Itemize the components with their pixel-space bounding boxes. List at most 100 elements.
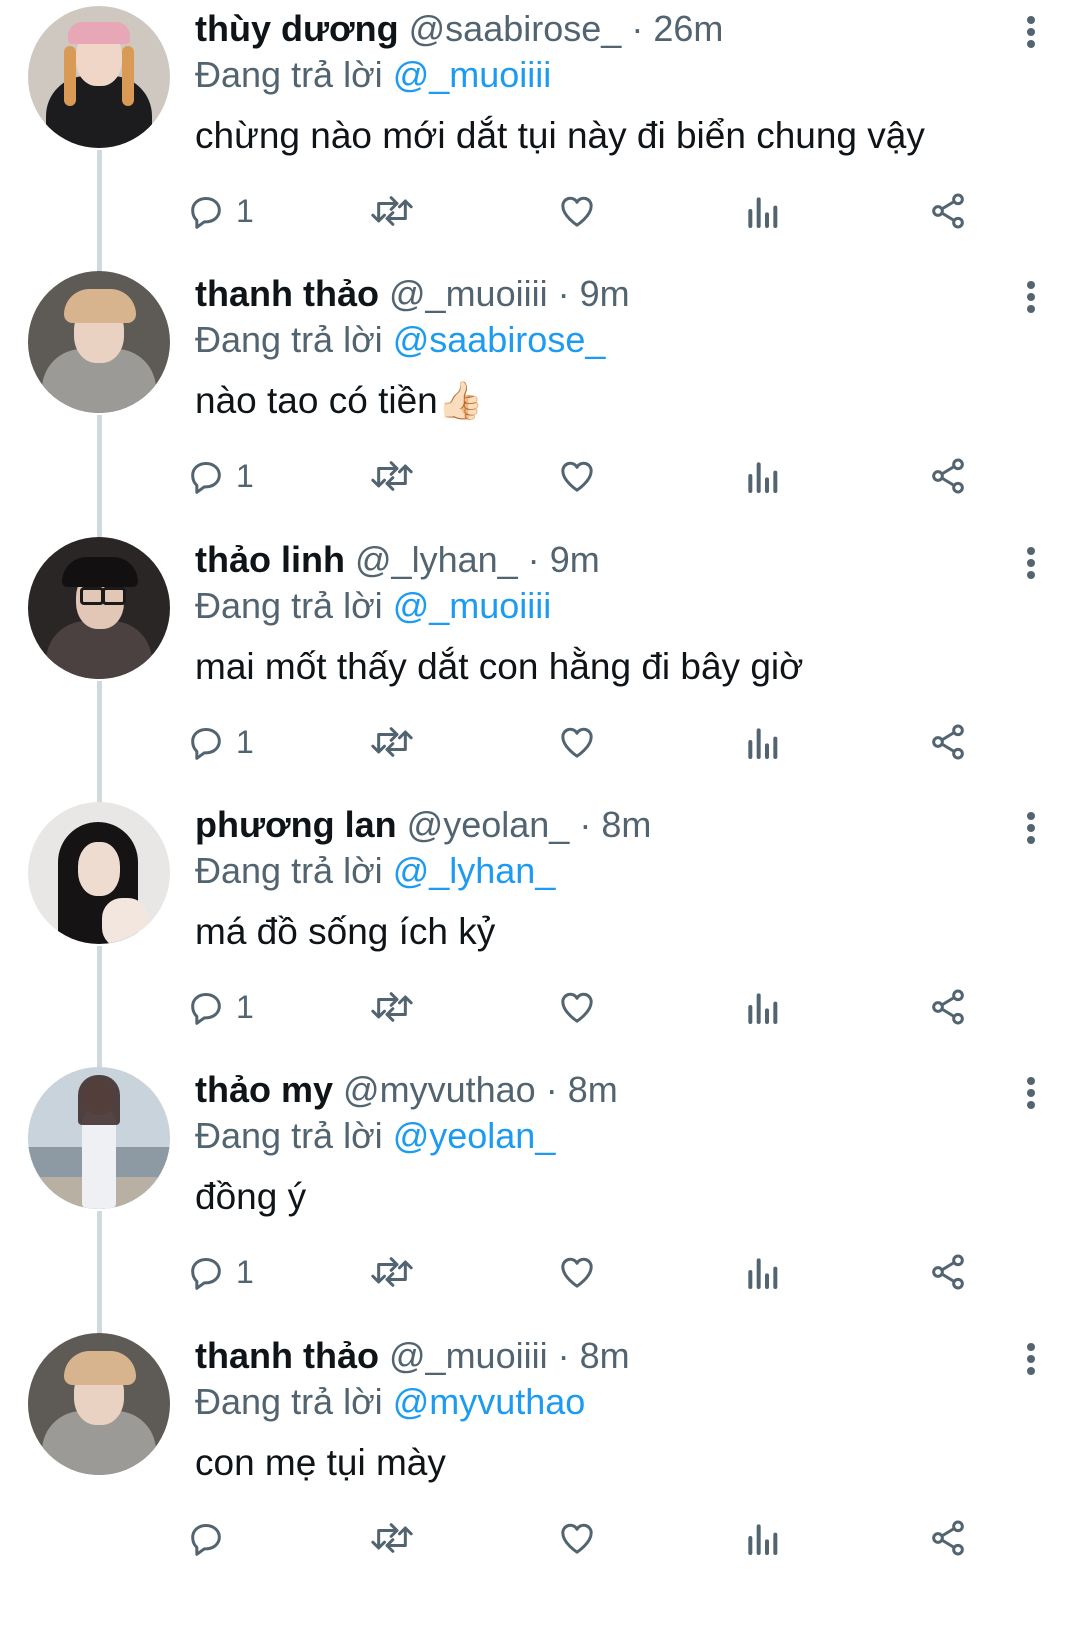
display-name[interactable]: thùy dương <box>195 8 399 49</box>
user-handle[interactable]: @_lyhan_ <box>355 539 518 580</box>
more-options-button[interactable] <box>1016 804 1046 852</box>
replying-to: Đang trả lời @_lyhan_ <box>195 848 555 894</box>
more-options-button[interactable] <box>1016 8 1046 56</box>
timestamp[interactable]: 8m <box>568 1069 618 1110</box>
retweet-icon <box>371 1523 413 1553</box>
avatar[interactable] <box>28 6 170 148</box>
reply-button[interactable]: 1 <box>186 982 254 1032</box>
user-handle[interactable]: @_muoiiii <box>389 1335 548 1376</box>
user-handle[interactable]: @_muoiiii <box>389 273 548 314</box>
replying-to: Đang trả lời @_muoiiii <box>195 583 551 629</box>
retweet-button[interactable] <box>368 186 416 236</box>
user-handle[interactable]: @myvuthao <box>343 1069 536 1110</box>
timestamp[interactable]: 9m <box>580 273 630 314</box>
tweet[interactable]: thùy dương @saabirose_ · 26m Đang trả lờ… <box>0 0 1080 280</box>
tweet[interactable]: phương lan @yeolan_ · 8m Đang trả lời @_… <box>0 796 1080 1076</box>
reply-button[interactable]: 1 <box>186 717 254 767</box>
share-button[interactable] <box>928 1247 968 1297</box>
tweet-header: thảo my @myvuthao · 8m <box>195 1067 618 1113</box>
views-button[interactable] <box>744 186 780 236</box>
views-button[interactable] <box>744 1513 780 1563</box>
views-icon <box>748 1524 778 1555</box>
like-button[interactable] <box>556 982 598 1032</box>
reply-button[interactable]: 1 <box>186 1247 254 1297</box>
tweet-text: con mẹ tụi mày <box>195 1442 446 1483</box>
avatar[interactable] <box>28 1333 170 1475</box>
retweet-icon <box>371 727 413 757</box>
retweet-button[interactable] <box>368 1513 416 1563</box>
like-button[interactable] <box>556 186 598 236</box>
views-button[interactable] <box>744 717 780 767</box>
timestamp[interactable]: 8m <box>601 804 651 845</box>
reply-mention[interactable]: @_lyhan_ <box>393 850 556 891</box>
views-button[interactable] <box>744 1247 780 1297</box>
retweet-icon <box>371 992 413 1022</box>
replying-to: Đang trả lời @_muoiiii <box>195 52 551 98</box>
views-button[interactable] <box>744 451 780 501</box>
display-name[interactable]: phương lan <box>195 804 397 845</box>
share-icon <box>932 1520 964 1556</box>
reply-button[interactable] <box>186 1513 236 1563</box>
like-button[interactable] <box>556 717 598 767</box>
tweet[interactable]: thảo linh @_lyhan_ · 9m Đang trả lời @_m… <box>0 531 1080 811</box>
timestamp[interactable]: 8m <box>580 1335 630 1376</box>
share-icon <box>932 989 964 1025</box>
reply-button[interactable]: 1 <box>186 451 254 501</box>
tweet-header: thảo linh @_lyhan_ · 9m <box>195 537 600 583</box>
avatar[interactable] <box>28 537 170 679</box>
tweet[interactable]: thanh thảo @_muoiiii · 8m Đang trả lời @… <box>0 1327 1080 1607</box>
avatar[interactable] <box>28 1067 170 1209</box>
display-name[interactable]: thanh thảo <box>195 273 379 314</box>
more-options-button[interactable] <box>1016 1335 1046 1383</box>
like-button[interactable] <box>556 451 598 501</box>
share-icon <box>932 1254 964 1290</box>
reply-mention[interactable]: @myvuthao <box>393 1381 586 1422</box>
reply-mention[interactable]: @_muoiiii <box>393 585 552 626</box>
more-options-button[interactable] <box>1016 273 1046 321</box>
tweet-text: đồng ý <box>195 1176 307 1217</box>
avatar[interactable] <box>28 271 170 413</box>
share-button[interactable] <box>928 1513 968 1563</box>
user-handle[interactable]: @saabirose_ <box>409 8 622 49</box>
tweet-header: thanh thảo @_muoiiii · 8m <box>195 1333 630 1379</box>
retweet-button[interactable] <box>368 451 416 501</box>
retweet-button[interactable] <box>368 1247 416 1297</box>
more-options-button[interactable] <box>1016 539 1046 587</box>
views-icon <box>748 728 778 759</box>
share-button[interactable] <box>928 717 968 767</box>
more-options-button[interactable] <box>1016 1069 1046 1117</box>
replying-prefix: Đang trả lời <box>195 1115 383 1156</box>
timestamp[interactable]: 9m <box>550 539 600 580</box>
display-name[interactable]: thảo my <box>195 1069 333 1110</box>
reply-mention[interactable]: @yeolan_ <box>393 1115 556 1156</box>
timestamp[interactable]: 26m <box>653 8 723 49</box>
like-icon <box>561 1523 593 1554</box>
like-button[interactable] <box>556 1247 598 1297</box>
like-icon <box>561 992 593 1023</box>
tweet[interactable]: thảo my @myvuthao · 8m Đang trả lời @yeo… <box>0 1061 1080 1341</box>
retweet-button[interactable] <box>368 982 416 1032</box>
user-handle[interactable]: @yeolan_ <box>407 804 570 845</box>
like-button[interactable] <box>556 1513 598 1563</box>
views-icon <box>748 462 778 493</box>
retweet-button[interactable] <box>368 717 416 767</box>
replying-prefix: Đang trả lời <box>195 1381 383 1422</box>
tweet[interactable]: thanh thảo @_muoiiii · 9m Đang trả lời @… <box>0 265 1080 545</box>
reply-mention[interactable]: @saabirose_ <box>393 319 606 360</box>
like-icon <box>561 727 593 758</box>
share-button[interactable] <box>928 451 968 501</box>
share-button[interactable] <box>928 186 968 236</box>
views-button[interactable] <box>744 982 780 1032</box>
separator-dot: · <box>579 804 592 845</box>
display-name[interactable]: thảo linh <box>195 539 345 580</box>
display-name[interactable]: thanh thảo <box>195 1335 379 1376</box>
reply-thread: thùy dương @saabirose_ · 26m Đang trả lờ… <box>0 0 1080 1640</box>
reply-mention[interactable]: @_muoiiii <box>393 54 552 95</box>
share-button[interactable] <box>928 982 968 1032</box>
replying-prefix: Đang trả lời <box>195 850 383 891</box>
avatar[interactable] <box>28 802 170 944</box>
separator-dot: · <box>631 8 644 49</box>
reply-button[interactable]: 1 <box>186 186 254 236</box>
views-icon <box>748 1258 778 1289</box>
tweet-text: mai mốt thấy dắt con hằng đi bây giờ <box>195 646 804 687</box>
